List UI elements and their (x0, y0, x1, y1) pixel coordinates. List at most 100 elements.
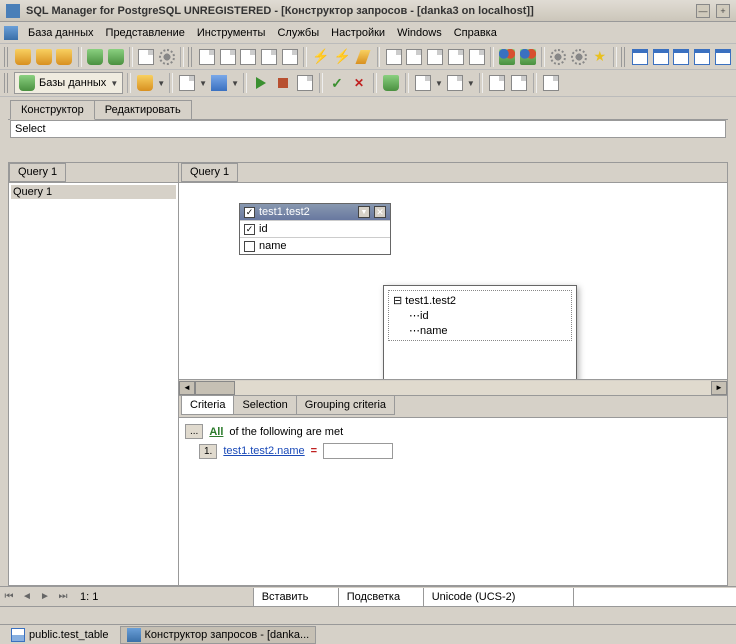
left-tab-query1[interactable]: Query 1 (9, 163, 66, 182)
tb-new[interactable] (137, 47, 156, 67)
menu-help[interactable]: Справка (448, 25, 503, 41)
tb2-db-x[interactable] (135, 73, 155, 93)
databases-dropdown[interactable]: Базы данных ▼ (14, 72, 123, 94)
tb-misc-4[interactable] (447, 47, 466, 67)
design-canvas[interactable]: ✓ test1.test2 ▼ ✕ ✓ id name ⊟ test1.test (179, 183, 727, 379)
tb2-add[interactable] (381, 73, 401, 93)
table-col-name[interactable]: name (240, 237, 390, 254)
popup-item-id[interactable]: ⋯id (391, 308, 569, 323)
table-checkbox[interactable]: ✓ (244, 207, 255, 218)
tb2-doc[interactable] (177, 73, 197, 93)
btab-criteria[interactable]: Criteria (181, 396, 234, 415)
criteria-operator[interactable]: = (311, 445, 317, 457)
criteria-idx-button[interactable]: 1. (199, 444, 217, 459)
tb-doc-4[interactable] (260, 47, 279, 67)
scroll-left-button[interactable]: ◄ (179, 381, 195, 395)
criteria-dots-button[interactable]: ... (185, 424, 203, 439)
tb2-m4[interactable] (509, 73, 529, 93)
tree-item-query1[interactable]: Query 1 (11, 185, 176, 199)
tb-win-2[interactable] (651, 47, 670, 67)
criteria-all-link[interactable]: All (209, 426, 223, 438)
tb-db-new[interactable] (14, 47, 33, 67)
table-box-header[interactable]: ✓ test1.test2 ▼ ✕ (240, 204, 390, 220)
tb2-m3[interactable] (487, 73, 507, 93)
tb-db-g2[interactable] (106, 47, 125, 67)
tb-db-edit[interactable] (34, 47, 53, 67)
autocomplete-popup[interactable]: ⊟ test1.test2 ⋯id ⋯name (383, 285, 577, 379)
toolbar-grip-3[interactable] (621, 47, 627, 67)
select-bar[interactable]: Select (10, 120, 726, 138)
tb-db-g1[interactable] (86, 47, 105, 67)
menu-view[interactable]: Представление (100, 25, 191, 41)
tb-ppl-2[interactable] (519, 47, 538, 67)
dd-save[interactable]: ▼ (231, 79, 239, 88)
menu-settings[interactable]: Настройки (325, 25, 391, 41)
tb-doc-3[interactable] (239, 47, 258, 67)
tb-misc-2[interactable] (405, 47, 424, 67)
tb-gear[interactable] (158, 47, 177, 67)
dd-m1[interactable]: ▼ (435, 79, 443, 88)
tb-doc-1[interactable] (198, 47, 217, 67)
tb2-save[interactable] (209, 73, 229, 93)
horizontal-scrollbar[interactable]: ◄ ► (179, 379, 727, 395)
tb-ppl-1[interactable] (498, 47, 517, 67)
tb2-run-sel[interactable] (295, 73, 315, 93)
tb-misc-5[interactable] (467, 47, 486, 67)
toolbar2-grip[interactable] (4, 73, 10, 93)
tab-edit[interactable]: Редактировать (94, 100, 192, 119)
tb-win-3[interactable] (672, 47, 691, 67)
nav-prev[interactable]: ◄ (18, 589, 36, 605)
tb-cfg-2[interactable] (570, 47, 589, 67)
scroll-right-button[interactable]: ► (711, 381, 727, 395)
tb-win-5[interactable] (713, 47, 732, 67)
tb-pencil[interactable] (354, 47, 373, 67)
toolbar-grip[interactable] (4, 47, 10, 67)
commit-button[interactable]: ✓ (327, 73, 347, 93)
menu-services[interactable]: Службы (271, 25, 325, 41)
table-dropdown-button[interactable]: ▼ (358, 206, 370, 218)
tb-bolt-2[interactable]: ⚡ (332, 47, 351, 67)
criteria-value-input[interactable] (323, 443, 393, 459)
criteria-field-link[interactable]: test1.test2.name (223, 445, 304, 457)
scroll-track[interactable] (195, 381, 711, 395)
minimize-button[interactable]: — (696, 4, 710, 18)
tb-cfg-1[interactable] (549, 47, 568, 67)
dd-doc[interactable]: ▼ (199, 79, 207, 88)
tb-db-del[interactable] (55, 47, 74, 67)
tb-win-1[interactable] (631, 47, 650, 67)
run-button[interactable] (251, 73, 271, 93)
tb-win-4[interactable] (693, 47, 712, 67)
nav-last[interactable]: ⏭ (54, 589, 72, 605)
tb-bolt-1[interactable]: ⚡ (311, 47, 330, 67)
tb-doc-2[interactable] (218, 47, 237, 67)
btab-grouping[interactable]: Grouping criteria (296, 396, 395, 415)
menu-tools[interactable]: Инструменты (191, 25, 272, 41)
task-query-constructor[interactable]: Конструктор запросов - [danka... (120, 626, 317, 644)
popup-root[interactable]: ⊟ test1.test2 (391, 293, 569, 308)
tb-doc-5[interactable] (280, 47, 299, 67)
menu-database[interactable]: База данных (22, 25, 100, 41)
btab-selection[interactable]: Selection (233, 396, 296, 415)
tb2-m5[interactable] (541, 73, 561, 93)
tb2-m1[interactable] (413, 73, 433, 93)
table-close-button[interactable]: ✕ (374, 206, 386, 218)
scroll-thumb[interactable] (195, 381, 235, 395)
tab-constructor[interactable]: Конструктор (10, 100, 95, 120)
menu-windows[interactable]: Windows (391, 25, 448, 41)
tb-misc-3[interactable] (426, 47, 445, 67)
table-col-id[interactable]: ✓ id (240, 220, 390, 237)
col-checkbox-id[interactable]: ✓ (244, 224, 255, 235)
tb-misc-1[interactable] (384, 47, 403, 67)
task-public-test-table[interactable]: public.test_table (4, 626, 116, 644)
dd-m2[interactable]: ▼ (467, 79, 475, 88)
table-box[interactable]: ✓ test1.test2 ▼ ✕ ✓ id name (239, 203, 391, 255)
nav-first[interactable]: ⏮ (0, 589, 18, 605)
right-tab-query1[interactable]: Query 1 (181, 163, 238, 182)
tb2-m2[interactable] (445, 73, 465, 93)
stop-button[interactable] (273, 73, 293, 93)
col-checkbox-name[interactable] (244, 241, 255, 252)
toolbar-grip-2[interactable] (188, 47, 194, 67)
nav-next[interactable]: ► (36, 589, 54, 605)
tb-star[interactable]: ★ (590, 47, 609, 67)
popup-item-name[interactable]: ⋯name (391, 323, 569, 338)
